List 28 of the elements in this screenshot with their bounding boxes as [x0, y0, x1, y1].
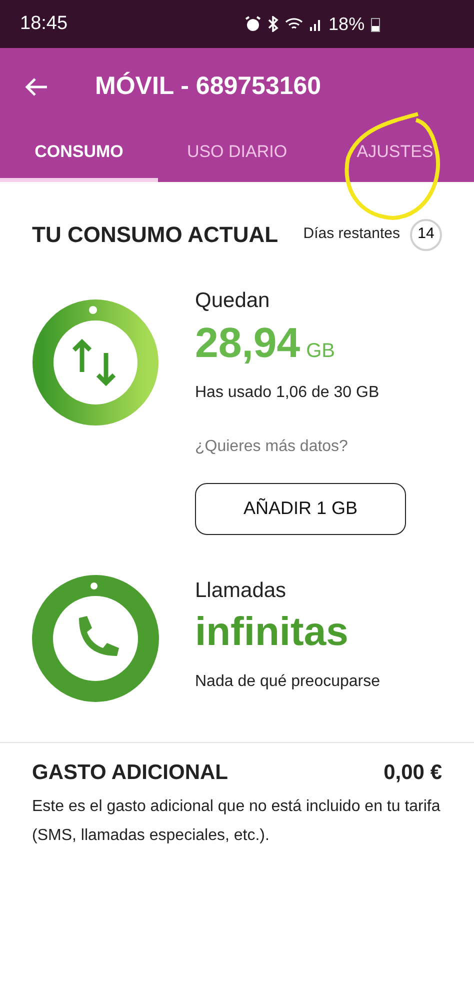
calls-label: Llamadas	[195, 578, 286, 604]
data-remaining-amount: 28,94	[195, 318, 300, 368]
days-remaining-label: Días restantes	[303, 224, 400, 244]
add-data-button[interactable]: AÑADIR 1 GB	[195, 482, 406, 534]
extra-charge-title: GASTO ADICIONAL	[32, 760, 228, 786]
battery-percent: 18%	[328, 12, 365, 36]
back-arrow-icon[interactable]	[24, 77, 48, 97]
alarm-icon	[244, 16, 261, 32]
screen-title: MÓVIL - 689753160	[95, 70, 322, 102]
battery-icon	[370, 16, 380, 32]
days-remaining-badge: 14	[410, 218, 442, 250]
extra-charge-description: Este es el gasto adicional que no está incluido en tu tarifa (SMS, llamadas especiales, etc.).	[32, 797, 442, 846]
data-unit: GB	[306, 338, 336, 364]
section-title: TU CONSUMO ACTUAL	[32, 221, 278, 249]
bluetooth-icon	[266, 16, 279, 32]
more-data-prompt: ¿Quieres más datos?	[195, 436, 348, 456]
calls-amount: infinitas	[195, 609, 348, 656]
data-used-text: Has usado 1,06 de 30 GB	[195, 382, 380, 402]
data-remaining-label: Quedan	[195, 288, 270, 314]
tab[interactable]: CONSUMO	[0, 126, 158, 182]
phone-ring-icon	[32, 574, 159, 702]
tab[interactable]: AJUSTES	[316, 126, 474, 182]
data-usage-ring-icon	[32, 299, 159, 426]
extra-charge-amount: 0,00 €	[384, 760, 442, 786]
calls-note: Nada de qué preocuparse	[195, 672, 380, 692]
signal-icon	[308, 17, 323, 31]
status-time: 18:45	[20, 12, 68, 36]
tab[interactable]: USO DIARIO	[158, 126, 316, 182]
